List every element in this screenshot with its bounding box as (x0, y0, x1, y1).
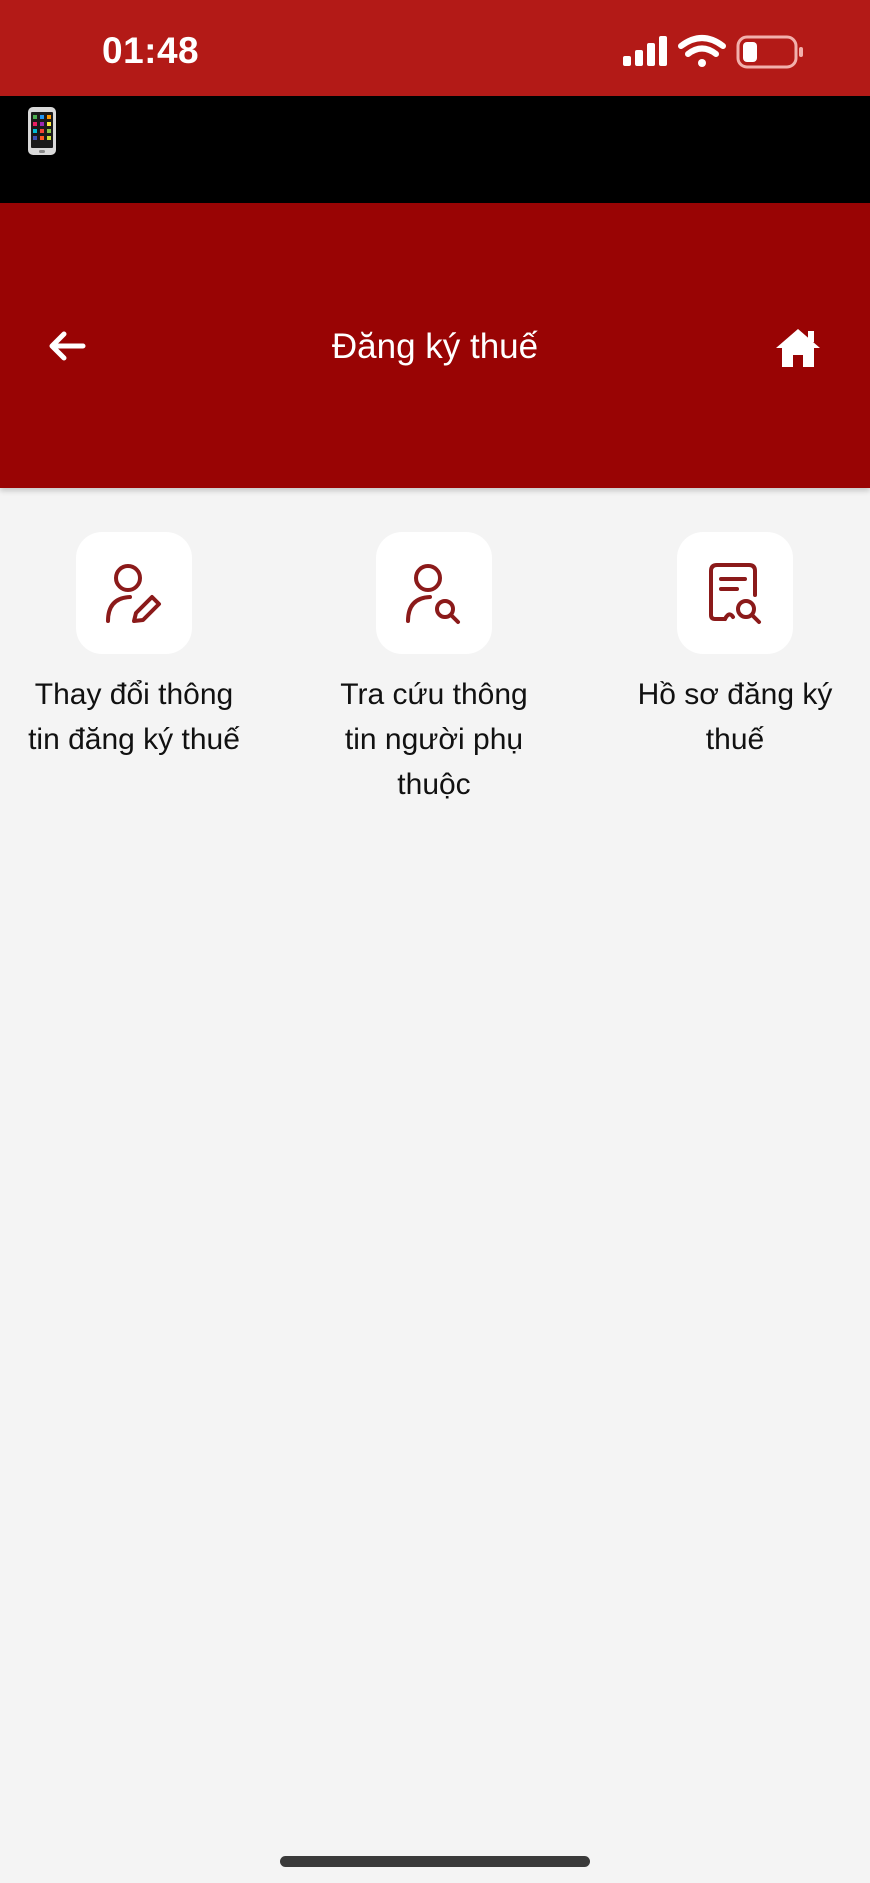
tile-label: Hồ sơ đăng ký thuế (637, 678, 833, 756)
tile-label: Tra cứu thông tin người phụ thuộc (340, 678, 528, 801)
tile-icon-box (677, 532, 793, 654)
signal-icon (623, 36, 667, 66)
user-search-icon (406, 564, 460, 624)
tile-change-tax-registration[interactable]: Thay đổi thông tin đăng ký thuế (4, 532, 264, 762)
app-bar (0, 96, 870, 203)
status-bar: 01:48 (0, 0, 870, 96)
arrow-left-icon (49, 331, 86, 361)
home-icon (776, 329, 820, 367)
status-icons (623, 35, 803, 69)
tile-lookup-dependents[interactable]: Tra cứu thông tin người phụ thuộc (304, 532, 564, 807)
phone-emoji-icon (28, 107, 56, 155)
page-title: Đăng ký thuế (331, 327, 539, 366)
tile-tax-registration-dossier[interactable]: Hồ sơ đăng ký thuế (605, 532, 865, 762)
home-indicator[interactable] (280, 1856, 590, 1867)
user-edit-icon (106, 564, 161, 623)
tile-label: Thay đổi thông tin đăng ký thuế (28, 678, 240, 756)
document-search-icon (709, 563, 761, 624)
wifi-icon (678, 35, 726, 67)
status-time: 01:48 (102, 30, 200, 71)
back-button[interactable] (38, 315, 96, 377)
home-button[interactable] (764, 314, 832, 382)
tile-icon-box (76, 532, 192, 654)
battery-icon (736, 35, 803, 69)
tile-icon-box (376, 532, 492, 654)
